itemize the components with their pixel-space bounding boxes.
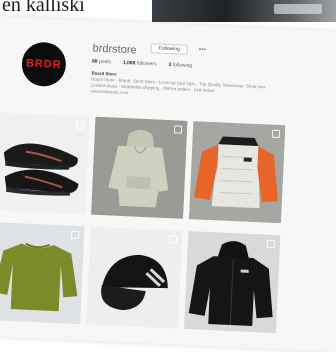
post-orange-jacket[interactable] bbox=[188, 121, 286, 224]
background-photo bbox=[152, 0, 336, 22]
post-sneakers[interactable] bbox=[0, 112, 90, 215]
profile-avatar[interactable]: BRDR bbox=[20, 41, 67, 88]
stat-followers[interactable]: 1,088 followers bbox=[123, 60, 157, 68]
post-black-cap[interactable] bbox=[86, 226, 183, 329]
orange-jacket-image bbox=[188, 121, 286, 224]
follow-button[interactable]: Following bbox=[150, 43, 189, 55]
sneakers-image bbox=[3, 143, 79, 196]
profile-bio: Board Store Board Store · Brand· Sport S… bbox=[91, 70, 302, 104]
black-cap-image bbox=[101, 254, 168, 311]
post-hoodie[interactable] bbox=[91, 116, 188, 219]
hoodie-image bbox=[91, 116, 188, 219]
green-sweater-image bbox=[0, 242, 78, 312]
avatar-logo: BRDR bbox=[25, 57, 63, 72]
post-black-jacket[interactable] bbox=[183, 231, 281, 334]
post-green-sweater[interactable] bbox=[0, 222, 85, 325]
stat-posts[interactable]: 88 posts bbox=[92, 58, 111, 65]
ellipsis-icon[interactable]: ••• bbox=[199, 46, 207, 53]
instagram-profile-screen: BRDR brdrstore Following ••• 88 posts 1,… bbox=[0, 16, 336, 352]
stat-following[interactable]: 3 following bbox=[168, 62, 192, 69]
black-jacket-image bbox=[188, 241, 273, 327]
profile-username: brdrstore bbox=[92, 42, 137, 57]
profile-stats: 88 posts 1,088 followers 3 following bbox=[92, 58, 192, 69]
